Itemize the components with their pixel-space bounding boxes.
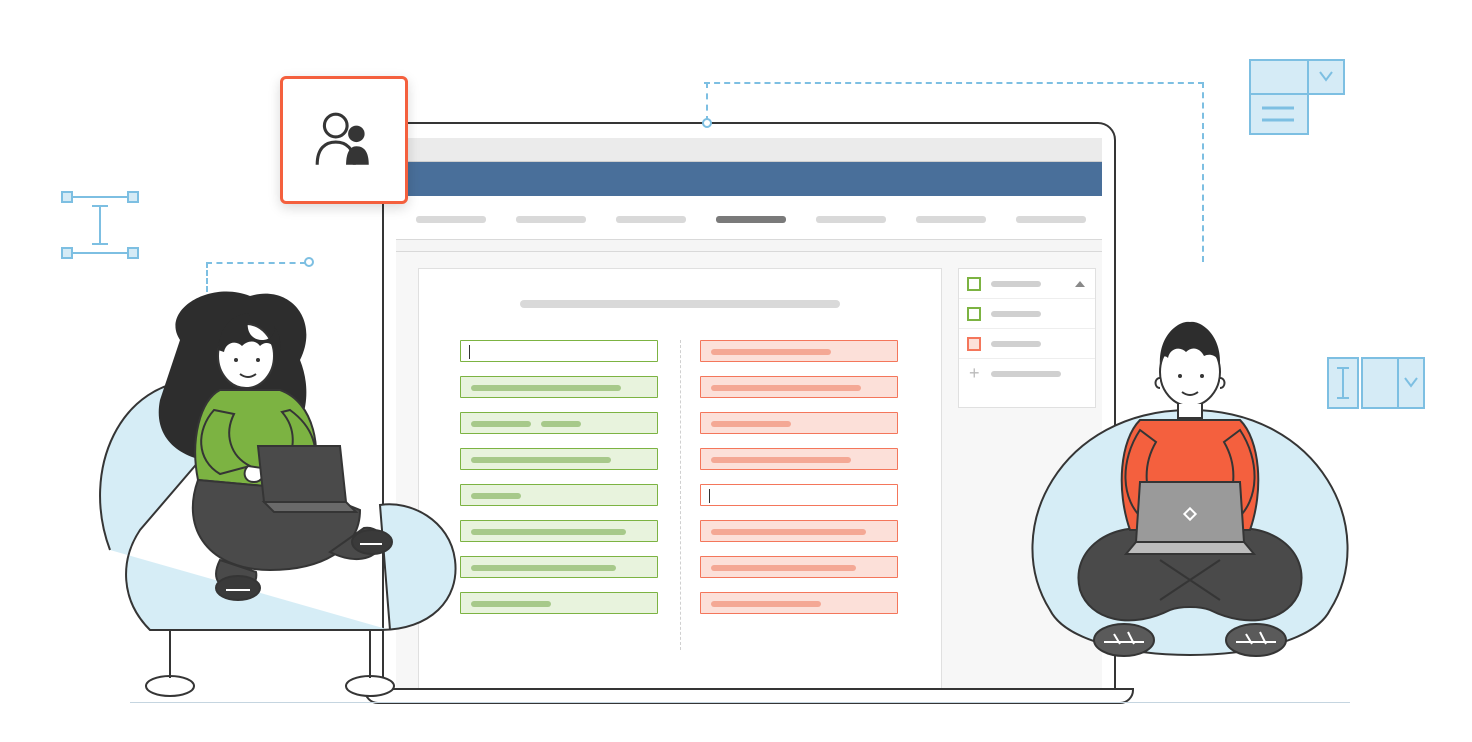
right-row[interactable] xyxy=(700,448,898,470)
app-titlebar xyxy=(396,138,1102,162)
right-row[interactable] xyxy=(700,592,898,614)
left-row[interactable] xyxy=(460,556,658,578)
connector-node-icon xyxy=(702,118,712,128)
right-row[interactable] xyxy=(700,556,898,578)
left-row[interactable] xyxy=(460,592,658,614)
text-frame-icon xyxy=(60,190,140,260)
right-row[interactable] xyxy=(700,412,898,434)
left-row[interactable] xyxy=(460,412,658,434)
color-swatch-icon xyxy=(967,277,981,291)
chevron-up-icon[interactable] xyxy=(1075,281,1085,287)
connector-line xyxy=(706,82,708,122)
tab-active[interactable] xyxy=(716,216,786,223)
tab[interactable] xyxy=(616,216,686,223)
side-label-placeholder xyxy=(991,281,1041,287)
tab[interactable] xyxy=(1016,216,1086,223)
connector-line xyxy=(704,82,1204,84)
right-row[interactable] xyxy=(700,484,898,506)
connector-line xyxy=(1202,82,1204,262)
column-divider xyxy=(680,340,681,650)
tab[interactable] xyxy=(916,216,986,223)
plus-icon: + xyxy=(969,367,983,381)
left-row[interactable] xyxy=(460,376,658,398)
connector-line xyxy=(206,262,306,264)
left-row[interactable] xyxy=(460,484,658,506)
person-left-illustration xyxy=(90,290,470,710)
people-group-icon xyxy=(311,107,377,173)
left-row[interactable] xyxy=(460,340,658,362)
color-swatch-icon xyxy=(967,307,981,321)
tab[interactable] xyxy=(516,216,586,223)
right-row[interactable] xyxy=(700,340,898,362)
right-row[interactable] xyxy=(700,520,898,542)
tab[interactable] xyxy=(416,216,486,223)
app-tabs-row xyxy=(396,196,1102,240)
connector-node-icon xyxy=(304,257,314,267)
app-subbar xyxy=(396,240,1102,252)
connector-line xyxy=(206,262,208,292)
side-item[interactable] xyxy=(959,269,1095,299)
tab[interactable] xyxy=(816,216,886,223)
person-right-illustration xyxy=(1020,310,1360,710)
left-row[interactable] xyxy=(460,520,658,542)
color-swatch-icon xyxy=(967,337,981,351)
app-ribbon xyxy=(396,162,1102,196)
panel-title-placeholder xyxy=(520,300,840,308)
dropdown-panel-icon xyxy=(1248,58,1348,136)
right-row[interactable] xyxy=(700,376,898,398)
left-row[interactable] xyxy=(460,448,658,470)
people-badge xyxy=(280,76,408,204)
